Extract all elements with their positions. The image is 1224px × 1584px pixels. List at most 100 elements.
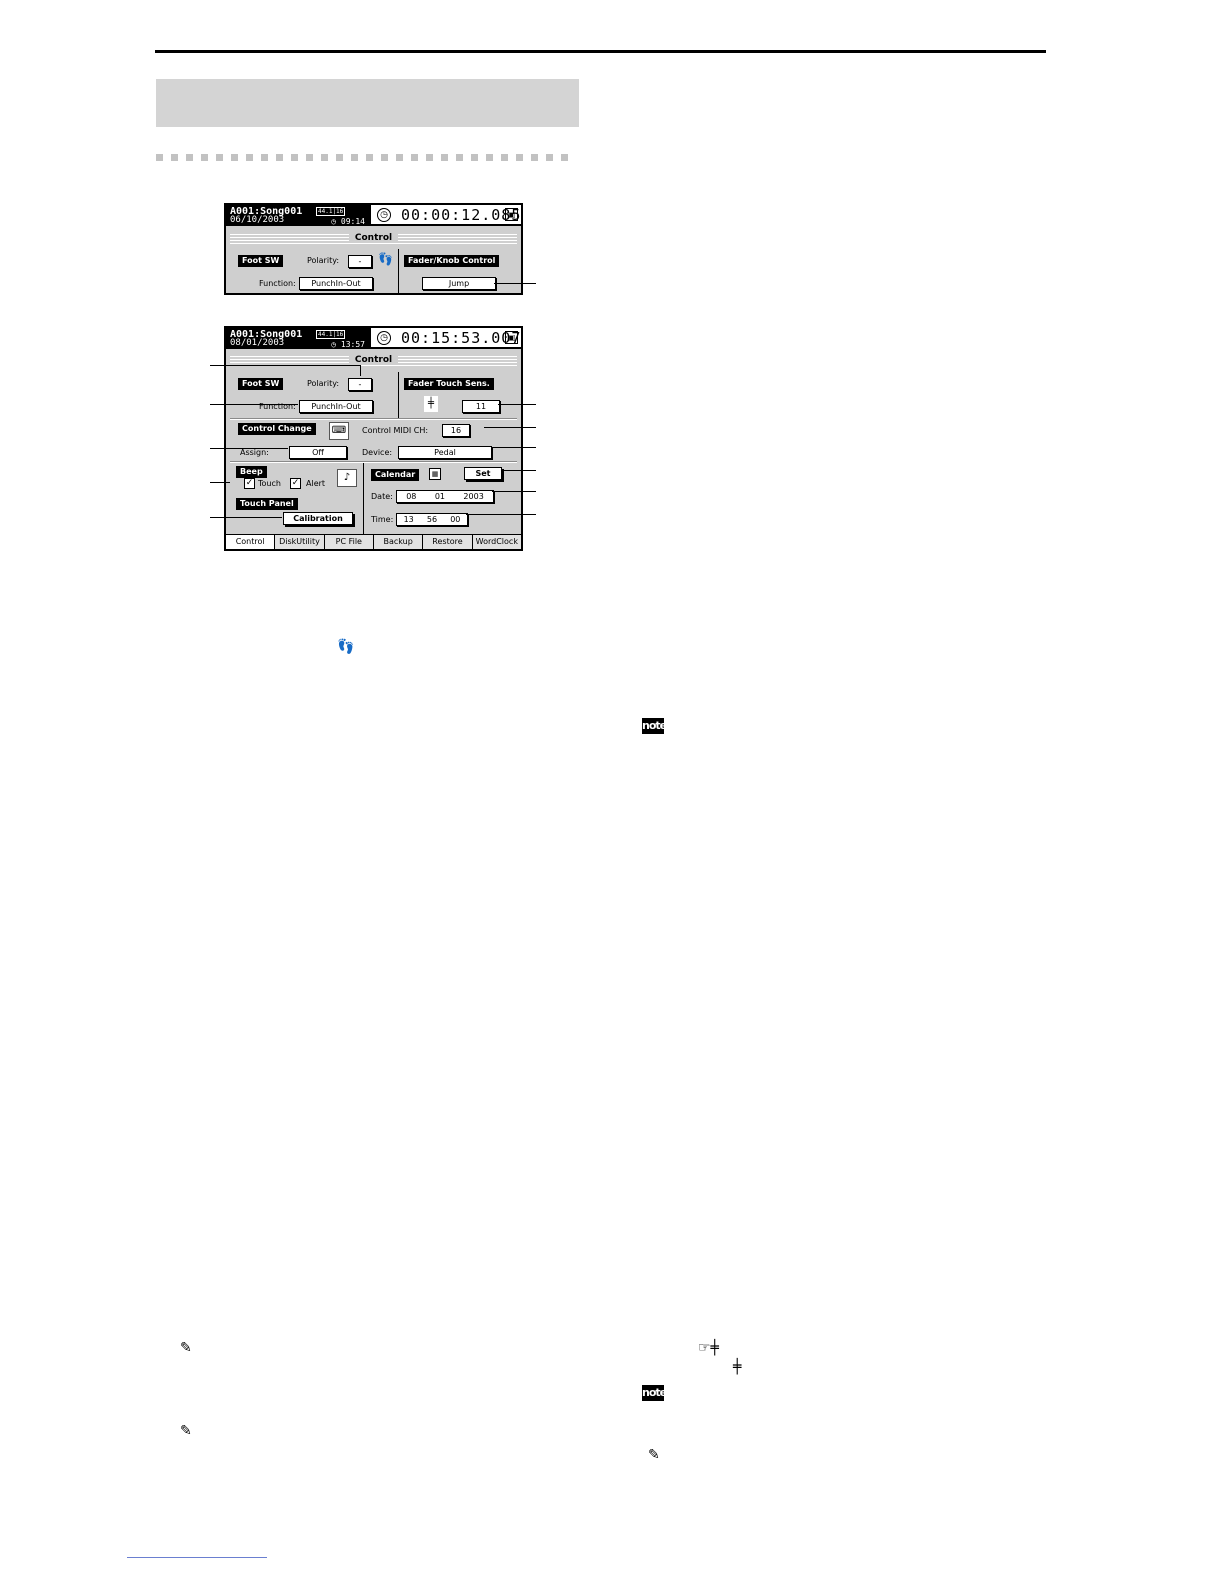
calendar-label: Calendar — [371, 469, 420, 481]
time-counter: 00:00:12.085 — [401, 206, 522, 224]
caution-icon: ✎ — [180, 1340, 192, 1356]
note-icon: note — [642, 718, 667, 734]
divider-dot — [171, 154, 178, 161]
divider-dot — [531, 154, 538, 161]
assign-field[interactable]: Off — [289, 446, 347, 459]
divider-dot — [546, 154, 553, 161]
fader-knob-field[interactable]: Jump — [422, 277, 496, 290]
divider-dot — [396, 154, 403, 161]
tab-backup[interactable]: Backup — [373, 535, 424, 549]
touch-hand-icon: ☞╪ — [698, 1340, 719, 1356]
callout-leader — [210, 482, 230, 483]
tab-control[interactable]: Control — [226, 535, 276, 549]
polarity-field[interactable]: - — [348, 255, 372, 268]
calendar-icon: ▦ — [429, 468, 441, 480]
device-field[interactable]: Pedal — [398, 446, 492, 459]
top-rule — [155, 50, 1046, 53]
divider-dot — [231, 154, 238, 161]
tab-disk-utility[interactable]: DiskUtility — [275, 535, 325, 549]
touch-label: Touch — [258, 479, 281, 488]
divider-dot — [411, 154, 418, 161]
touch-checkbox[interactable]: ✓ — [244, 478, 255, 489]
touch-panel-label: Touch Panel — [236, 498, 298, 510]
tab-bar: Control DiskUtility PC File Backup Resto… — [226, 534, 521, 549]
fader-touch-sens-field[interactable]: 11 — [462, 400, 500, 413]
footprint-icon: 👣 — [378, 252, 393, 266]
tab-pc-file[interactable]: PC File — [324, 535, 374, 549]
alert-checkbox[interactable]: ✓ — [290, 478, 301, 489]
divider-dot — [306, 154, 313, 161]
sample-rate-badge: 44.1|16 — [316, 207, 346, 216]
function-field[interactable]: PunchIn-Out — [299, 277, 373, 290]
horizontal-divider — [230, 418, 517, 420]
calibration-button[interactable]: Calibration — [283, 512, 353, 525]
callout-leader — [210, 448, 288, 449]
divider-dot — [501, 154, 508, 161]
foot-sw-label: Foot SW — [238, 255, 284, 267]
callout-leader — [494, 283, 536, 284]
device-label: Device: — [362, 448, 393, 457]
horizontal-divider — [230, 461, 517, 463]
dotted-divider — [156, 154, 579, 162]
fader-icon: ╪ — [733, 1359, 742, 1375]
control-midi-ch-field[interactable]: 16 — [442, 424, 470, 437]
vertical-divider-bottom — [363, 463, 364, 535]
callout-leader — [210, 365, 360, 366]
date-label: Date: — [371, 492, 393, 501]
divider-dot — [291, 154, 298, 161]
tab-wordclock[interactable]: WordClock — [472, 535, 521, 549]
callout-leader — [210, 404, 298, 405]
vertical-divider — [398, 249, 399, 293]
section-title: Control — [348, 355, 399, 365]
date-day: 01 — [434, 492, 445, 501]
fader-icon: ╪ — [424, 396, 438, 412]
divider-dot — [321, 154, 328, 161]
divider-dot — [516, 154, 523, 161]
time-hour: 13 — [403, 515, 414, 524]
song-header: A001:Song001 08/01/2003 44.1|16 ◷ 13:57 — [226, 328, 371, 349]
function-label: Function: — [259, 279, 296, 288]
control-midi-ch-label: Control MIDI CH: — [362, 426, 429, 435]
polarity-field[interactable]: - — [348, 378, 372, 391]
divider-dot — [216, 154, 223, 161]
date-year: 2003 — [463, 492, 484, 501]
clock-icon[interactable]: ◷ — [377, 331, 391, 345]
divider-dot — [246, 154, 253, 161]
divider-dot — [351, 154, 358, 161]
divider-dot — [156, 154, 163, 161]
function-field[interactable]: PunchIn-Out — [299, 400, 373, 413]
divider-dot — [201, 154, 208, 161]
song-header: A001:Song001 06/10/2003 44.1|16 ◷ 09:14 — [226, 205, 371, 226]
divider-dot — [426, 154, 433, 161]
time-field[interactable]: 13 56 00 — [396, 513, 468, 526]
time-second: 00 — [450, 515, 461, 524]
alert-label: Alert — [306, 479, 326, 488]
date-field[interactable]: 08 01 2003 — [396, 490, 494, 503]
time-minute: 56 — [426, 515, 438, 524]
callout-leader — [360, 365, 361, 376]
speaker-icon: ♪ — [337, 469, 357, 487]
lock-icon[interactable]: ▣ — [505, 331, 518, 344]
divider-dot — [471, 154, 478, 161]
foot-sw-label: Foot SW — [238, 378, 284, 390]
tab-restore[interactable]: Restore — [423, 535, 473, 549]
clock-icon[interactable]: ◷ — [377, 208, 391, 222]
divider-dot — [186, 154, 193, 161]
callout-leader — [466, 514, 536, 515]
lock-icon[interactable]: ▣ — [505, 208, 518, 221]
polarity-label: Polarity: — [307, 256, 340, 265]
clock-time: ◷ 09:14 — [331, 217, 365, 226]
counter-bar: ◷ 00:00:12.085 ▣ — [371, 205, 521, 226]
set-button[interactable]: Set — [464, 467, 502, 480]
footer-link-underline — [127, 1557, 267, 1558]
divider-dot — [261, 154, 268, 161]
note-icon: note — [642, 1385, 667, 1401]
divider-dot — [381, 154, 388, 161]
time-label: Time: — [371, 515, 394, 524]
control-change-label: Control Change — [238, 423, 316, 435]
callout-leader — [492, 447, 536, 448]
callout-leader — [484, 427, 536, 428]
beep-label: Beep — [236, 466, 267, 478]
fader-touch-sens-label: Fader Touch Sens. — [404, 378, 494, 390]
divider-dot — [336, 154, 343, 161]
